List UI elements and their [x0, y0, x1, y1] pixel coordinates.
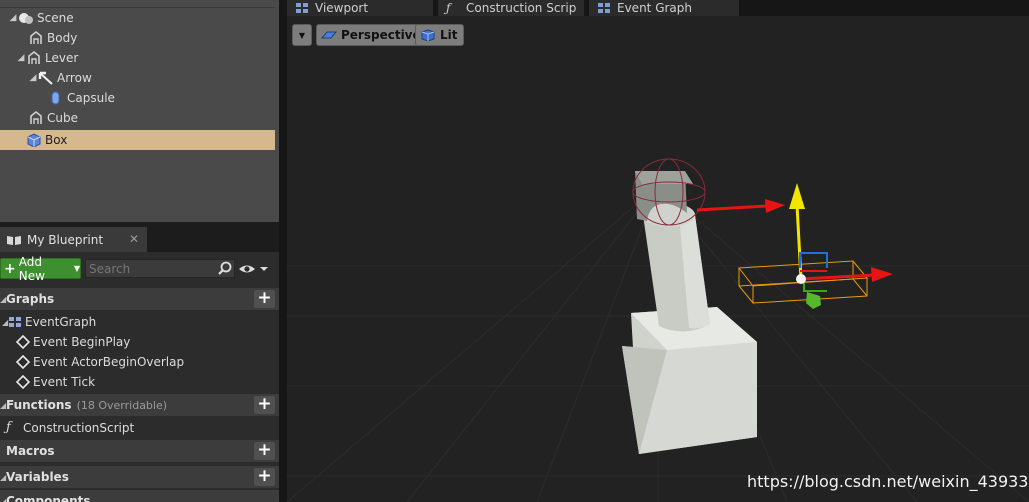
- actor-component-icon: [28, 30, 44, 45]
- tab-event-graph[interactable]: Event Graph: [589, 0, 739, 16]
- tree-item-arrow[interactable]: ◢ Arrow: [0, 68, 275, 88]
- search-input[interactable]: [85, 259, 235, 278]
- tree-item-label: Cube: [47, 111, 78, 125]
- tree-item-label: Scene: [37, 11, 74, 25]
- my-blueprint-panel: + Add New ▼ ◢ Graphs + ◢ EventGraph: [0, 252, 279, 502]
- event-graph-icon: [8, 315, 22, 329]
- item-label: Event Tick: [33, 375, 96, 389]
- chevron-down-icon: ▼: [298, 30, 306, 40]
- close-icon[interactable]: ✕: [129, 232, 139, 246]
- section-variables[interactable]: ◢ Variables +: [0, 466, 279, 488]
- perspective-icon: [320, 29, 338, 41]
- item-label: Event ActorBeginOverlap: [33, 355, 185, 369]
- event-node-icon: [15, 374, 31, 390]
- overridable-count: (18 Overridable): [76, 398, 168, 412]
- add-graph-button[interactable]: +: [254, 290, 275, 308]
- lit-button[interactable]: Lit: [415, 24, 464, 46]
- add-macro-button[interactable]: +: [254, 442, 275, 460]
- tab-label: Viewport: [315, 1, 369, 15]
- section-label: Variables: [6, 470, 69, 484]
- tree-item-body[interactable]: Body: [0, 28, 275, 48]
- capsule-icon: [48, 91, 64, 105]
- section-label: Functions: [6, 398, 72, 412]
- scene-icon: [18, 11, 34, 25]
- actor-component-icon: [26, 50, 42, 65]
- viewport-icon: [295, 2, 309, 14]
- viewport-options-button[interactable]: ▼: [292, 24, 312, 46]
- lit-cube-icon: [420, 29, 436, 42]
- tree-header-divider: [0, 0, 275, 8]
- add-variable-button[interactable]: +: [254, 468, 275, 486]
- expand-arrow-icon[interactable]: ◢: [28, 73, 38, 83]
- tree-item-box[interactable]: Box: [0, 130, 275, 150]
- view-options-eye-icon[interactable]: [238, 262, 272, 276]
- add-new-label: Add New: [18, 254, 45, 283]
- components-tree: ◢ Scene Body ◢ Lever ◢ Arrow Capsule Cub…: [0, 0, 279, 222]
- section-label: Graphs: [6, 292, 55, 306]
- tree-item-label: Lever: [45, 51, 79, 65]
- viewport-scene: [287, 158, 1029, 502]
- section-label: Macros: [6, 444, 55, 458]
- view-mode-label: Perspective: [341, 28, 421, 42]
- editor-area: Viewport ƒ Construction Scrip Event Grap…: [287, 0, 1029, 502]
- expand-arrow-icon[interactable]: ◢: [16, 53, 26, 63]
- list-item-event-beginplay[interactable]: Event BeginPlay: [0, 332, 279, 352]
- viewport-3d[interactable]: ▼ Perspective Lit https://blog.csdn.net/…: [287, 16, 1029, 502]
- tab-my-blueprint[interactable]: My Blueprint ✕: [0, 227, 147, 252]
- watermark-text: https://blog.csdn.net/weixin_43933205: [747, 472, 1029, 491]
- tab-viewport[interactable]: Viewport: [287, 0, 433, 16]
- section-components[interactable]: ◢ Components: [0, 490, 279, 502]
- tree-item-lever[interactable]: ◢ Lever: [0, 48, 275, 68]
- item-label: EventGraph: [25, 315, 97, 329]
- add-new-button[interactable]: + Add New ▼: [0, 255, 81, 283]
- tree-item-label: Capsule: [67, 91, 115, 105]
- section-graphs[interactable]: ◢ Graphs +: [0, 288, 279, 310]
- tree-item-label: Arrow: [57, 71, 92, 85]
- tree-item-cube[interactable]: Cube: [0, 108, 275, 128]
- tab-label: Event Graph: [617, 1, 692, 15]
- list-item-event-tick[interactable]: Event Tick: [0, 372, 279, 392]
- event-node-icon: [15, 334, 31, 350]
- actor-component-icon: [28, 110, 44, 125]
- item-label: Event BeginPlay: [33, 335, 131, 349]
- transform-gizmo[interactable]: [789, 183, 893, 309]
- function-icon: ƒ: [446, 1, 451, 15]
- tab-construction-script[interactable]: ƒ Construction Scrip: [438, 0, 584, 16]
- left-panel: ◢ Scene Body ◢ Lever ◢ Arrow Capsule Cub…: [0, 0, 279, 502]
- tree-item-label: Box: [45, 133, 68, 147]
- expand-arrow-icon[interactable]: ◢: [8, 13, 18, 23]
- document-tabbar: Viewport ƒ Construction Scrip Event Grap…: [287, 0, 1029, 16]
- arrow-component-icon: [38, 71, 54, 85]
- perspective-button[interactable]: Perspective: [316, 24, 427, 46]
- event-node-icon: [15, 354, 31, 370]
- list-item-event-actorbeginoverlap[interactable]: Event ActorBeginOverlap: [0, 352, 279, 372]
- tab-label: Construction Scrip: [466, 1, 577, 15]
- function-icon: ƒ: [6, 420, 11, 435]
- list-item-constructionscript[interactable]: ƒ ConstructionScript: [0, 418, 279, 438]
- item-label: ConstructionScript: [23, 421, 135, 435]
- tab-label: My Blueprint: [27, 232, 104, 247]
- plus-icon: +: [4, 260, 16, 277]
- tree-item-capsule[interactable]: Capsule: [0, 88, 275, 108]
- panel-splitter[interactable]: [279, 0, 287, 502]
- tree-item-label: Body: [47, 31, 78, 45]
- search-icon[interactable]: [218, 261, 232, 275]
- add-function-button[interactable]: +: [254, 396, 275, 414]
- book-icon: [6, 234, 22, 246]
- section-macros[interactable]: ◢ Macros +: [0, 440, 279, 462]
- box-icon: [26, 133, 42, 148]
- blueprint-toolbar: + Add New ▼: [0, 255, 279, 283]
- lighting-mode-label: Lit: [440, 28, 458, 42]
- arrow-component[interactable]: [696, 199, 785, 213]
- my-blueprint-tabbar: My Blueprint ✕: [0, 222, 279, 252]
- section-label: Components: [6, 494, 91, 502]
- tree-item-scene[interactable]: ◢ Scene: [0, 8, 275, 28]
- section-functions[interactable]: ◢ Functions (18 Overridable) +: [0, 394, 279, 416]
- list-item-eventgraph[interactable]: ◢ EventGraph: [0, 312, 279, 332]
- chevron-down-icon: ▼: [73, 264, 80, 273]
- event-graph-icon: [597, 2, 611, 14]
